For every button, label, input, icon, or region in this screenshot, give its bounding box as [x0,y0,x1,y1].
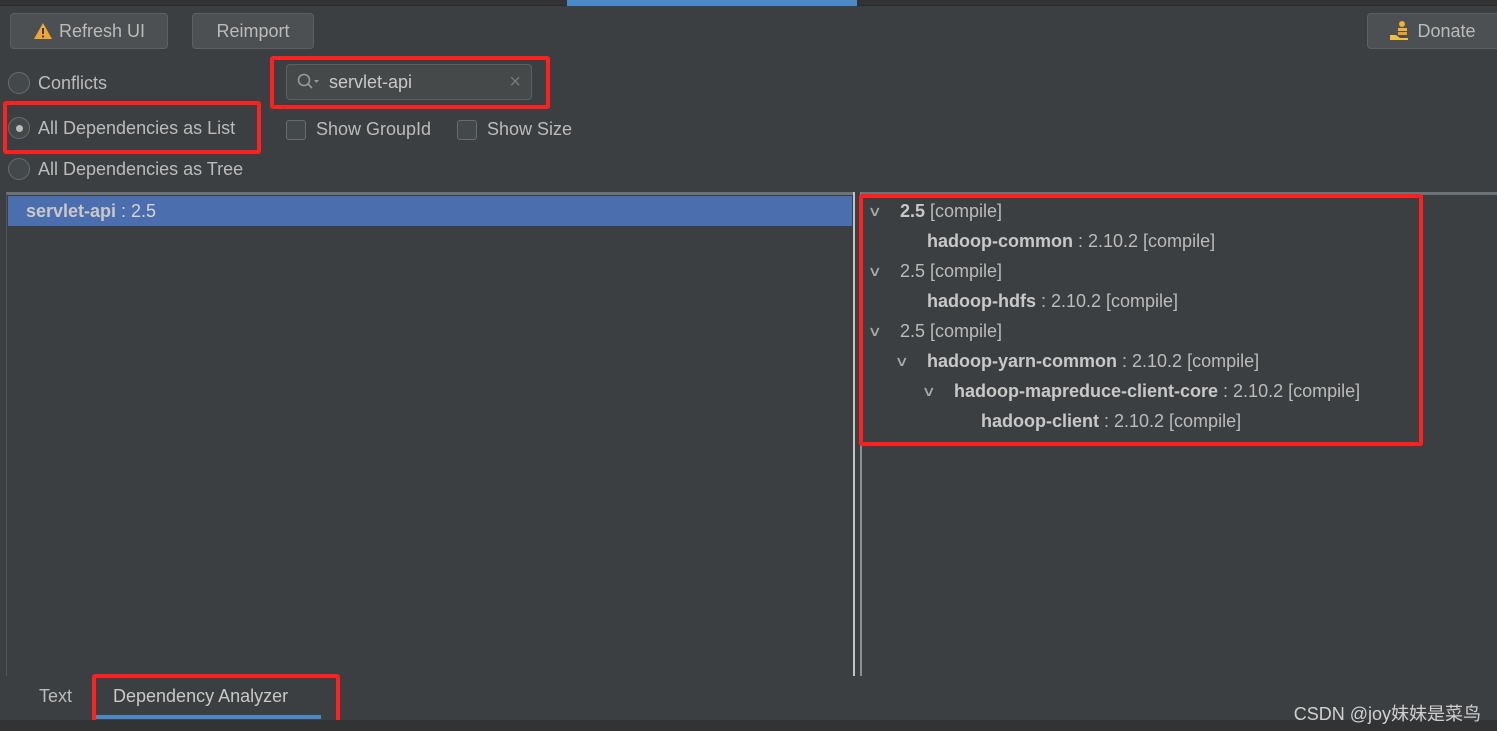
highlight-list-mode [3,101,261,154]
highlight-search [270,56,550,109]
mode-tree-radio[interactable]: All Dependencies as Tree [8,158,243,180]
highlight-tree [859,194,1423,446]
watermark: CSDN @joy妹妹是菜鸟 [1293,704,1481,724]
mode-conflicts-radio[interactable]: Conflicts [8,72,107,94]
tab-text[interactable]: Text [39,686,72,707]
status-bar [0,720,1497,731]
reimport-button[interactable]: Reimport [192,13,314,49]
coins-hand-icon [1390,21,1409,40]
show-groupid-checkbox[interactable]: Show GroupId [286,119,431,140]
refresh-ui-button[interactable]: Refresh UI [10,13,168,49]
active-editor-indicator [567,0,857,6]
donate-button[interactable]: Donate [1367,13,1497,49]
dependency-list-panel [6,192,853,676]
list-item[interactable]: servlet-api : 2.5 [8,196,852,226]
show-size-checkbox[interactable]: Show Size [457,119,572,140]
warning-icon [33,23,52,39]
